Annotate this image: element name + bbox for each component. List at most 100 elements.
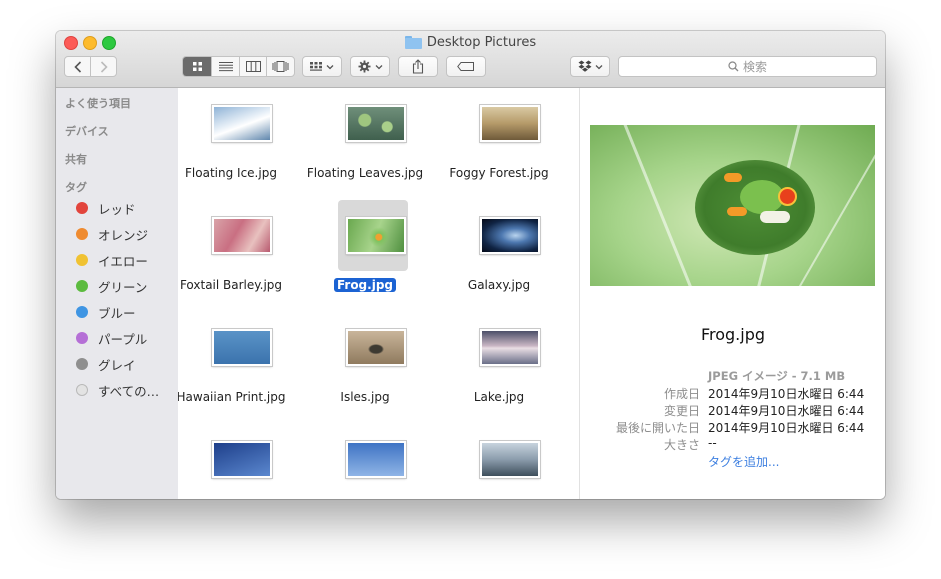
preview-image [590,125,875,286]
image-thumbnail [346,329,406,366]
file-icon-grid: Floating Ice.jpg Floating Leaves.jpg Fog… [178,88,579,499]
window-title: Desktop Pictures [56,35,885,50]
sidebar-tag-red[interactable]: レッド [76,199,136,217]
arrange-button[interactable] [302,56,342,77]
dropbox-button[interactable] [570,56,610,77]
navigation-buttons [64,56,117,77]
file-item[interactable]: Lake.jpg [432,312,566,424]
file-item[interactable]: Foggy Forest.jpg [432,88,566,200]
preview-kind-row: JPEG イメージ - 7.1 MB [580,368,885,384]
file-name: Isles.jpg [340,390,390,404]
file-item[interactable]: Hawaiian Print.jpg [178,312,298,424]
file-item[interactable]: Galaxy.jpg [432,200,566,312]
chevron-down-icon [326,64,334,69]
share-button[interactable] [398,56,438,77]
file-item[interactable]: Foxtail Barley.jpg [178,200,298,312]
info-label: 変更日 [663,404,700,418]
search-field[interactable]: 検索 [618,56,877,77]
file-name: Lake.jpg [473,390,525,404]
file-item-selected[interactable]: Frog.jpg [298,200,432,312]
coverflow-view-icon [272,61,289,72]
image-thumbnail [480,441,540,478]
image-thumbnail [346,217,406,254]
forward-button[interactable] [91,57,116,76]
file-name: Foxtail Barley.jpg [179,278,283,292]
image-thumbnail [212,105,272,142]
column-view-icon [245,61,261,72]
file-name: Galaxy.jpg [467,278,531,292]
add-tag-link[interactable]: タグを追加... [708,453,779,470]
info-label: 最後に開いた日 [615,421,700,435]
column-view-button[interactable] [240,57,267,76]
chevron-left-icon [73,60,81,73]
info-label: 大きさ [663,438,700,452]
sidebar-tag-label: オレンジ [98,227,149,243]
file-name: Frog.jpg [298,278,432,292]
preview-file-name: Frog.jpg [700,325,766,344]
sidebar-tag-label: レッド [98,201,136,217]
sidebar-tag-yellow[interactable]: イエロー [76,251,148,269]
search-icon [728,61,739,72]
info-value: -- [708,436,717,450]
file-item[interactable]: Isles.jpg [298,312,432,424]
sidebar-section-shared[interactable]: 共有 [65,151,87,167]
preview-modified-row: 変更日 2014年9月10日水曜日 6:44 [580,402,885,418]
grid-view-icon [192,62,202,71]
tag-color-dot [76,202,88,214]
coverflow-view-button[interactable] [267,57,294,76]
tag-color-dot [76,228,88,240]
info-value: 2014年9月10日水曜日 6:44 [708,387,865,401]
sidebar-tag-gray[interactable]: グレイ [76,355,136,373]
file-item[interactable] [298,424,432,499]
image-thumbnail [212,217,272,254]
tag-color-dot [76,358,88,370]
tag-icon [457,62,474,71]
list-view-icon [218,62,233,72]
file-item[interactable]: Floating Ice.jpg [178,88,298,200]
chevron-right-icon [100,60,108,73]
tag-color-dot [76,306,88,318]
file-name: Floating Ice.jpg [185,166,277,180]
file-name: Foggy Forest.jpg [449,166,549,180]
file-item[interactable] [432,424,566,499]
finder-window: Desktop Pictures 検索 よく使う項目 デバイス 共有 タグ レッ… [56,31,885,499]
image-thumbnail [346,105,406,142]
info-label: 作成日 [663,387,700,401]
file-name: Hawaiian Print.jpg [178,390,286,404]
window-title-text: Desktop Pictures [426,35,537,50]
file-item[interactable]: Floating Leaves.jpg [298,88,432,200]
sidebar-tag-label: グレイ [98,357,136,373]
sidebar-tag-orange[interactable]: オレンジ [76,225,148,243]
sidebar-tag-purple[interactable]: パープル [76,329,147,347]
sidebar-tag-green[interactable]: グリーン [76,277,147,295]
gear-icon [358,60,370,73]
tag-color-dot [76,280,88,292]
preview-dimensions-row: 大きさ -- [580,436,885,452]
sidebar-section-devices[interactable]: デバイス [65,123,109,139]
sidebar-section-tags[interactable]: タグ [65,179,87,195]
arrange-grid-icon [310,61,322,71]
action-button[interactable] [350,56,390,77]
icon-view-button[interactable] [183,57,212,76]
image-thumbnail [212,329,272,366]
image-thumbnail [346,441,406,478]
tag-button[interactable] [446,56,486,77]
sidebar-tag-blue[interactable]: ブルー [76,303,136,321]
folder-icon [404,36,422,49]
sidebar-tag-label: ブルー [98,305,136,321]
image-thumbnail [212,441,272,478]
chevron-down-icon [595,64,602,69]
share-icon [412,59,424,74]
sidebar-section-favorites[interactable]: よく使う項目 [65,95,131,111]
tag-color-dot [76,254,88,266]
sidebar-tag-label: グリーン [98,279,148,295]
dropbox-icon [578,60,591,72]
sidebar-tag-all[interactable]: すべての… [76,381,159,399]
image-thumbnail [480,105,540,142]
file-item[interactable] [178,424,298,499]
sidebar-tag-label: パープル [98,331,148,347]
info-value: 2014年9月10日水曜日 6:44 [708,404,865,418]
back-button[interactable] [65,57,91,76]
list-view-button[interactable] [212,57,240,76]
image-thumbnail [480,329,540,366]
